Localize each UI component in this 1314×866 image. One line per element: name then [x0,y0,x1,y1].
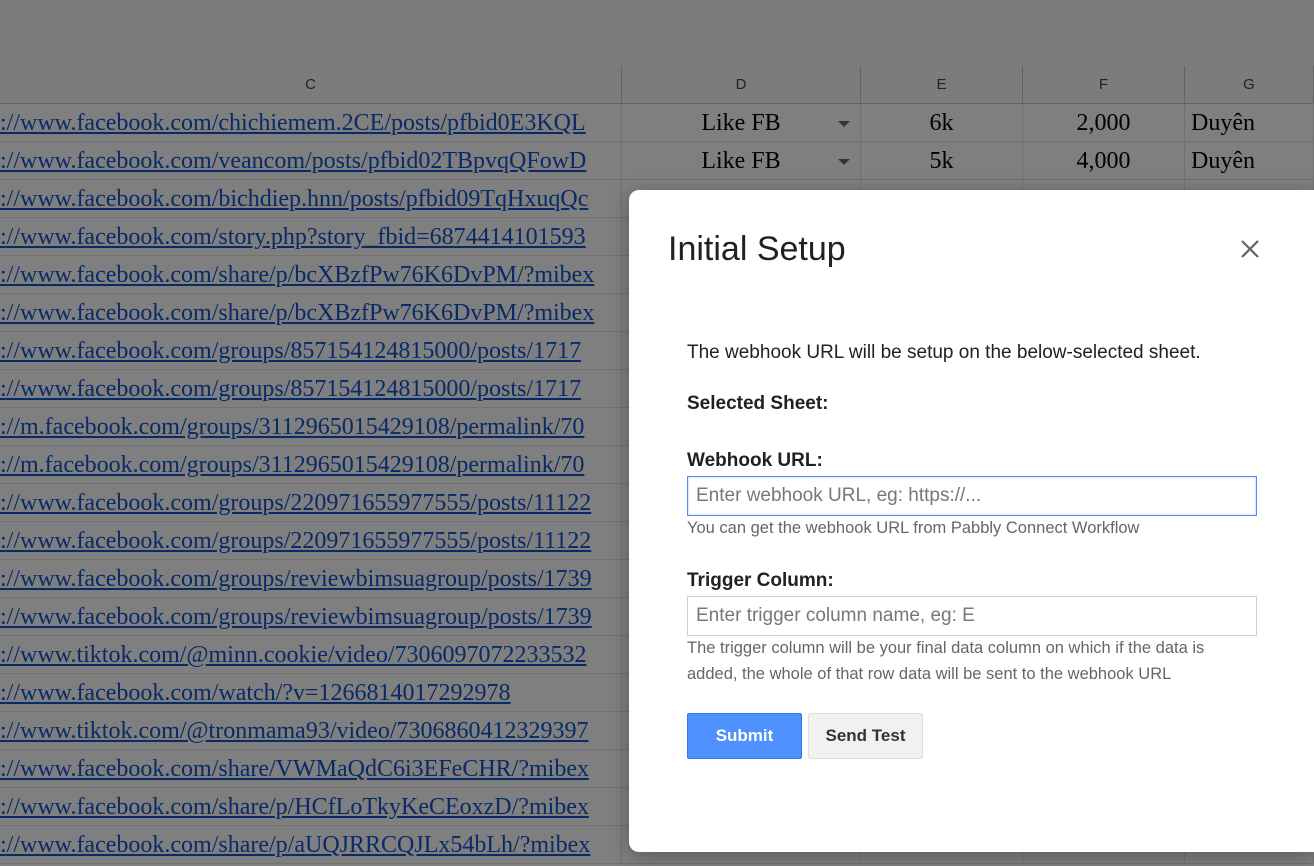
dialog-title: Initial Setup [668,230,846,268]
submit-button[interactable]: Submit [687,713,802,759]
close-icon [1241,240,1259,258]
trigger-column-label: Trigger Column: [687,570,834,591]
initial-setup-dialog: Initial Setup The webhook URL will be se… [629,190,1314,852]
webhook-url-input[interactable] [687,476,1257,516]
close-button[interactable] [1235,234,1265,264]
webhook-url-help: You can get the webhook URL from Pabbly … [687,519,1140,537]
trigger-column-help: The trigger column will be your final da… [687,639,1205,683]
send-test-button[interactable]: Send Test [808,713,923,759]
selected-sheet-label: Selected Sheet: [687,393,829,414]
trigger-column-input[interactable] [687,596,1257,636]
dialog-description: The webhook URL will be setup on the bel… [687,342,1201,363]
webhook-url-label: Webhook URL: [687,450,823,471]
